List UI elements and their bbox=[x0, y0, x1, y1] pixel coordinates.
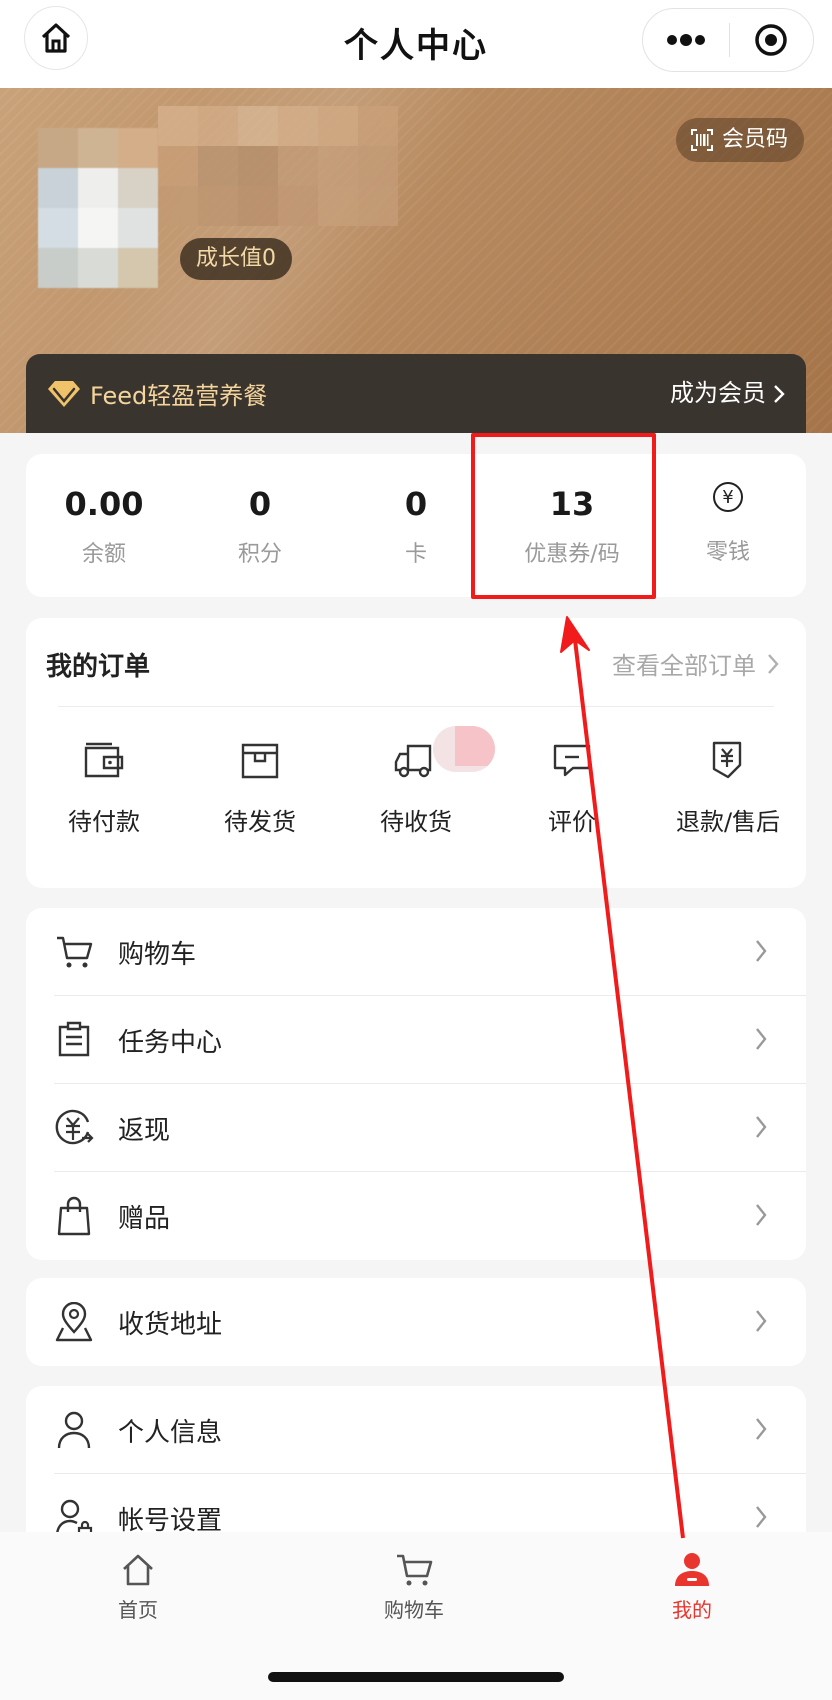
menu-item-label: 个人信息 bbox=[118, 1417, 223, 1448]
menu-item-personal-info[interactable]: 个人信息 bbox=[26, 1386, 806, 1474]
chevron-right-icon bbox=[756, 940, 767, 962]
profile-header: 成长值0 会员码 Feed轻盈营养餐 成为会员 bbox=[0, 88, 832, 433]
cashback-icon bbox=[55, 1109, 94, 1145]
coupon-highlight-box bbox=[471, 433, 656, 599]
balance-value: 0.00 bbox=[64, 485, 144, 523]
more-button[interactable] bbox=[643, 8, 729, 72]
menu-item-label: 帐号设置 bbox=[118, 1505, 223, 1533]
cart-icon bbox=[57, 936, 93, 968]
balance-stat[interactable]: 0.00 余额 bbox=[26, 454, 182, 597]
cart-icon bbox=[397, 1554, 433, 1586]
address-card: 收货地址 bbox=[26, 1278, 806, 1366]
more-dots-icon bbox=[666, 34, 705, 46]
avatar[interactable] bbox=[38, 128, 158, 288]
clipboard-icon bbox=[58, 1021, 90, 1057]
cards-value: 0 bbox=[404, 485, 428, 523]
account-card: 个人信息 帐号设置 bbox=[26, 1386, 806, 1532]
location-icon bbox=[55, 1302, 93, 1342]
menu-item-task-center[interactable]: 任务中心 bbox=[26, 996, 806, 1084]
tab-home[interactable]: 首页 bbox=[68, 1552, 208, 1623]
chevron-right-icon bbox=[756, 1506, 767, 1528]
mini-program-capsule bbox=[642, 8, 814, 72]
order-status-label: 评价 bbox=[548, 808, 596, 836]
wallet-icon bbox=[84, 742, 124, 778]
menu-item-cashback[interactable]: 返现 bbox=[26, 1084, 806, 1172]
order-pending-shipment[interactable]: 待发货 bbox=[182, 736, 338, 837]
vip-membership-banner[interactable]: Feed轻盈营养餐 成为会员 bbox=[26, 354, 806, 433]
box-icon bbox=[241, 743, 279, 779]
order-refund-aftersale[interactable]: 退款/售后 bbox=[650, 736, 806, 837]
menu-item-label: 赠品 bbox=[118, 1203, 171, 1234]
order-status-label: 待收货 bbox=[380, 808, 452, 836]
order-pending-receipt[interactable]: 待收货 bbox=[338, 736, 494, 837]
menu-item-label: 购物车 bbox=[118, 939, 197, 970]
order-status-label: 退款/售后 bbox=[675, 808, 781, 836]
change-stat[interactable]: ¥ 零钱 bbox=[650, 454, 806, 597]
menu-item-cart[interactable]: 购物车 bbox=[26, 908, 806, 996]
balance-label: 余额 bbox=[81, 542, 126, 567]
refund-icon bbox=[712, 741, 742, 779]
orders-divider bbox=[58, 706, 774, 707]
close-miniprogram-button[interactable] bbox=[730, 8, 814, 72]
menu-item-label: 返现 bbox=[118, 1115, 171, 1146]
my-orders-card: 我的订单 查看全部订单 待付款 待发货 待收货 评价 退款/售后 bbox=[26, 618, 806, 888]
target-circle-icon bbox=[755, 24, 787, 56]
become-member-label: 成为会员 bbox=[670, 379, 766, 407]
truck-icon bbox=[394, 744, 432, 778]
order-pending-payment[interactable]: 待付款 bbox=[26, 736, 182, 837]
order-to-review[interactable]: 评价 bbox=[494, 736, 650, 837]
service-menu-card: 购物车 任务中心 返现 赠品 bbox=[26, 908, 806, 1260]
diamond-icon bbox=[48, 380, 80, 407]
assets-summary: 0.00 余额 0 积分 0 卡 13 优惠券/码 ¥ 零钱 bbox=[26, 454, 806, 597]
tab-me[interactable]: 我的 bbox=[622, 1552, 762, 1623]
menu-item-gifts[interactable]: 赠品 bbox=[26, 1172, 806, 1260]
chevron-right-icon bbox=[756, 1116, 767, 1138]
tab-label: 首页 bbox=[118, 1598, 158, 1622]
view-all-orders-label: 查看全部订单 bbox=[612, 652, 756, 680]
points-stat[interactable]: 0 积分 bbox=[182, 454, 338, 597]
chevron-right-icon bbox=[756, 1028, 767, 1050]
chevron-right-icon bbox=[774, 384, 785, 403]
nickname-blurred bbox=[158, 106, 398, 226]
change-label: 零钱 bbox=[705, 540, 750, 565]
menu-item-address[interactable]: 收货地址 bbox=[26, 1278, 806, 1366]
tab-label: 购物车 bbox=[384, 1598, 444, 1622]
order-status-label: 待发货 bbox=[224, 808, 296, 836]
order-status-list: 待付款 待发货 待收货 评价 退款/售后 bbox=[26, 736, 806, 837]
comment-icon bbox=[553, 744, 591, 777]
order-status-label: 待付款 bbox=[68, 808, 140, 836]
view-all-orders-link[interactable]: 查看全部订单 bbox=[612, 646, 780, 681]
menu-item-account-settings[interactable]: 帐号设置 bbox=[26, 1474, 806, 1532]
person-icon bbox=[57, 1411, 91, 1449]
profile-icon bbox=[675, 1553, 709, 1586]
growth-value-badge[interactable]: 成长值0 bbox=[180, 238, 292, 280]
top-navigation-bar: 个人中心 bbox=[0, 0, 832, 88]
menu-item-label: 任务中心 bbox=[118, 1027, 223, 1058]
orders-title: 我的订单 bbox=[46, 652, 151, 682]
account-settings-icon bbox=[56, 1499, 93, 1532]
chevron-right-icon bbox=[756, 1418, 767, 1440]
menu-item-label: 收货地址 bbox=[118, 1309, 223, 1340]
tab-label: 我的 bbox=[672, 1598, 712, 1622]
gift-bag-icon bbox=[57, 1196, 91, 1236]
home-icon bbox=[123, 1554, 153, 1586]
vip-plan-name: Feed轻盈营养餐 bbox=[90, 382, 268, 410]
chevron-right-icon bbox=[768, 653, 779, 674]
chevron-right-icon bbox=[756, 1310, 767, 1332]
member-code-button[interactable]: 会员码 bbox=[675, 118, 804, 162]
home-indicator bbox=[268, 1672, 564, 1682]
chevron-right-icon bbox=[756, 1204, 767, 1226]
points-label: 积分 bbox=[237, 542, 282, 567]
barcode-icon bbox=[690, 129, 713, 151]
yen-icon: ¥ bbox=[713, 482, 743, 512]
member-code-label: 会员码 bbox=[721, 127, 788, 152]
points-value: 0 bbox=[248, 485, 272, 523]
tab-cart[interactable]: 购物车 bbox=[344, 1552, 484, 1623]
become-member-link[interactable]: 成为会员 bbox=[670, 354, 786, 433]
cards-label: 卡 bbox=[404, 542, 427, 567]
